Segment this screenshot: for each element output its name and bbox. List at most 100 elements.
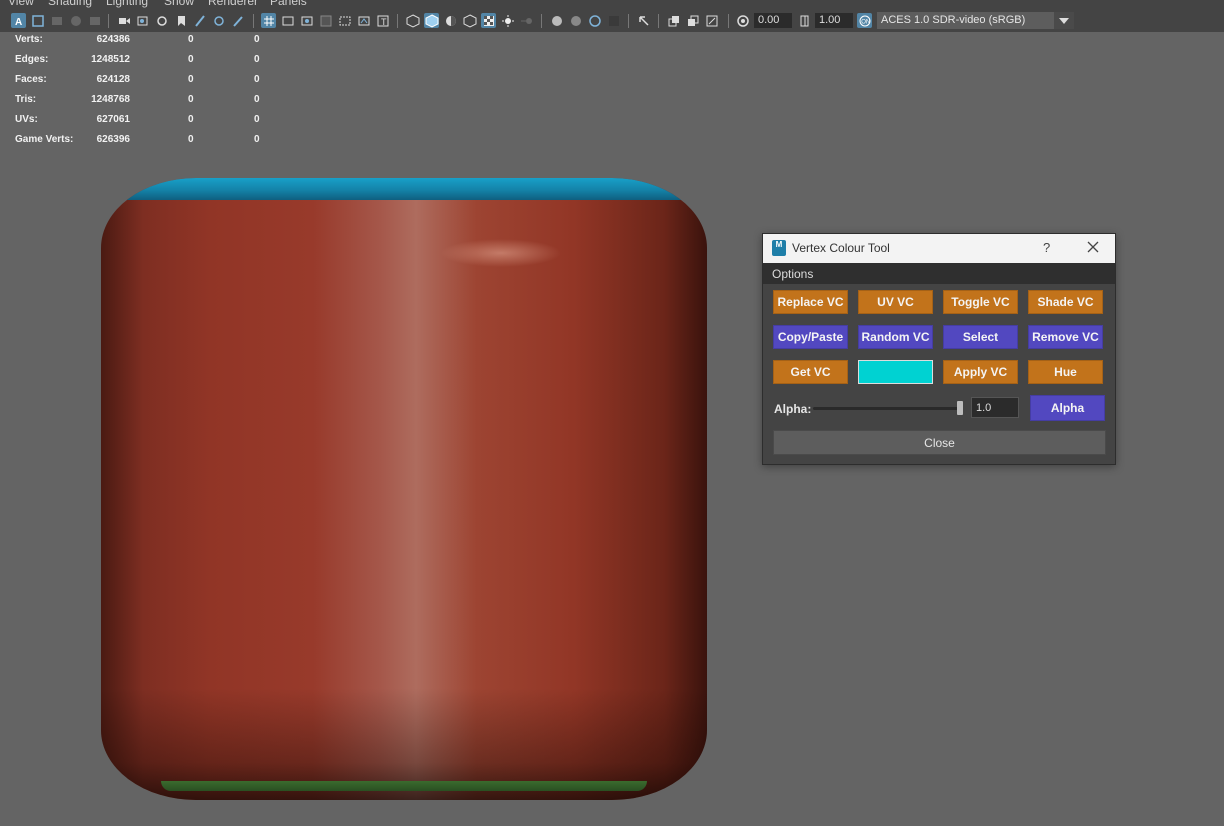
xray-joints-icon-2[interactable] — [685, 13, 700, 28]
alpha-value-field[interactable] — [971, 397, 1019, 418]
copy-paste-button[interactable]: Copy/Paste — [773, 325, 848, 349]
isolate-select-icon[interactable] — [500, 13, 515, 28]
dialog-title: Vertex Colour Tool — [792, 241, 890, 255]
hud-label: Faces: — [15, 74, 47, 85]
toggle-vc-button[interactable]: Toggle VC — [943, 290, 1018, 314]
ambient-occlusion-icon[interactable] — [606, 13, 621, 28]
hud-value-total: 624128 — [96, 74, 130, 85]
bookmark-icon[interactable] — [49, 13, 64, 28]
hud-value-highlighted: 0 — [254, 34, 260, 45]
xray-active-components-icon[interactable] — [704, 13, 719, 28]
depth-of-field-icon[interactable] — [481, 13, 496, 28]
hud-value-highlighted: 0 — [254, 74, 260, 85]
hud-value-selected: 0 — [188, 54, 194, 65]
grid-icon[interactable] — [135, 13, 150, 28]
uv-vc-button[interactable]: UV VC — [858, 290, 933, 314]
random-vc-button[interactable]: Random VC — [858, 325, 933, 349]
film-gate-icon[interactable] — [154, 13, 169, 28]
hud-row-faces: Faces: 624128 0 0 — [0, 72, 270, 92]
color-space-value: ACES 1.0 SDR-video (sRGB) — [881, 14, 1026, 26]
hud-row-tris: Tris: 1248768 0 0 — [0, 92, 270, 112]
hud-value-selected: 0 — [188, 34, 194, 45]
hue-button[interactable]: Hue — [1028, 360, 1103, 384]
exposure-field[interactable]: 0.00 — [754, 13, 792, 28]
svg-text:T: T — [381, 17, 387, 27]
smooth-shade-icon[interactable] — [299, 13, 314, 28]
hud-label: Game Verts: — [15, 134, 74, 145]
svg-text:A: A — [15, 17, 22, 28]
menu-panels[interactable]: Panels — [270, 0, 307, 8]
xray-icon-2[interactable] — [666, 13, 681, 28]
get-vc-button[interactable]: Get VC — [773, 360, 848, 384]
xray-icon[interactable] — [356, 13, 371, 28]
mesh-bottom-cap — [161, 781, 647, 791]
select-button[interactable]: Select — [943, 325, 1018, 349]
use-all-lights-icon[interactable]: T — [375, 13, 390, 28]
hud-row-verts: Verts: 624386 0 0 — [0, 32, 270, 52]
gamma-icon[interactable] — [797, 13, 812, 28]
color-management-icon[interactable]: ON — [857, 13, 872, 28]
menu-renderer[interactable]: Renderer — [208, 0, 258, 8]
hud-value-highlighted: 0 — [254, 54, 260, 65]
wireframe-icon[interactable] — [280, 13, 295, 28]
maya-logo-icon: M — [772, 240, 786, 256]
wireframe-on-shaded-icon-2[interactable] — [568, 13, 583, 28]
alpha-slider-handle[interactable] — [957, 401, 963, 415]
viewport-toolbar: A T 0.00 1.00 ON ACES 1.0 SDR-video (sRG… — [0, 10, 1224, 32]
gate-mask-icon[interactable] — [192, 13, 207, 28]
exposure-icon[interactable] — [735, 13, 750, 28]
alpha-slider-track[interactable] — [813, 407, 961, 410]
alpha-label: Alpha: — [774, 402, 812, 416]
anti-aliasing-icon-2[interactable] — [587, 13, 602, 28]
hud-value-selected: 0 — [188, 114, 194, 125]
dialog-titlebar[interactable]: M Vertex Colour Tool ? — [763, 234, 1115, 263]
hud-label: UVs: — [15, 114, 38, 125]
safe-action-icon[interactable] — [230, 13, 245, 28]
hud-value-highlighted: 0 — [254, 114, 260, 125]
remove-vc-button[interactable]: Remove VC — [1028, 325, 1103, 349]
select-camera-icon[interactable]: A — [11, 13, 26, 28]
grease-pencil-icon[interactable] — [116, 13, 131, 28]
menu-show[interactable]: Show — [164, 0, 194, 8]
anti-aliasing-icon[interactable] — [462, 13, 477, 28]
alpha-button[interactable]: Alpha — [1030, 395, 1105, 421]
menu-shading[interactable]: Shading — [48, 0, 92, 8]
safe-title-icon[interactable] — [261, 13, 276, 28]
isolate-select-icon-2[interactable] — [636, 13, 651, 28]
apply-vc-button[interactable]: Apply VC — [943, 360, 1018, 384]
mesh-shading — [101, 178, 707, 800]
replace-vc-button[interactable]: Replace VC — [773, 290, 848, 314]
gamma-field[interactable]: 1.00 — [815, 13, 853, 28]
dialog-menubar: Options — [763, 263, 1115, 284]
screen-space-ao-icon[interactable] — [424, 13, 439, 28]
wireframe-on-shaded-icon[interactable] — [337, 13, 352, 28]
help-button[interactable]: ? — [1043, 240, 1050, 255]
shadows-icon[interactable] — [405, 13, 420, 28]
hud-row-uvs: UVs: 627061 0 0 — [0, 112, 270, 132]
2d-pan-zoom-icon[interactable] — [87, 13, 102, 28]
xray-joints-icon[interactable] — [519, 13, 534, 28]
viewport-mesh[interactable] — [101, 178, 707, 800]
xray-active-icon[interactable] — [549, 13, 564, 28]
color-space-dropdown[interactable]: ACES 1.0 SDR-video (sRGB) — [877, 12, 1074, 29]
hud-label: Edges: — [15, 54, 49, 65]
hud-value-total: 624386 — [96, 34, 130, 45]
default-material-icon[interactable] — [318, 13, 333, 28]
hud-row-edges: Edges: 1248512 0 0 — [0, 52, 270, 72]
camera-attributes-icon[interactable] — [30, 13, 45, 28]
motion-blur-icon[interactable] — [443, 13, 458, 28]
hud-value-selected: 0 — [188, 74, 194, 85]
options-menu[interactable]: Options — [772, 267, 813, 281]
vertex-colour-tool-dialog: M Vertex Colour Tool ? Options Replace V… — [762, 233, 1116, 465]
close-icon[interactable] — [1085, 239, 1101, 255]
menu-view[interactable]: View — [8, 0, 34, 8]
field-chart-icon[interactable] — [211, 13, 226, 28]
hud-row-game-verts: Game Verts: 626396 0 0 — [0, 132, 270, 152]
chevron-down-icon — [1054, 12, 1074, 29]
menu-lighting[interactable]: Lighting — [106, 0, 148, 8]
colour-swatch-button[interactable] — [858, 360, 933, 384]
image-plane-icon[interactable] — [68, 13, 83, 28]
close-button[interactable]: Close — [773, 430, 1106, 455]
resolution-gate-icon[interactable] — [173, 13, 188, 28]
shade-vc-button[interactable]: Shade VC — [1028, 290, 1103, 314]
